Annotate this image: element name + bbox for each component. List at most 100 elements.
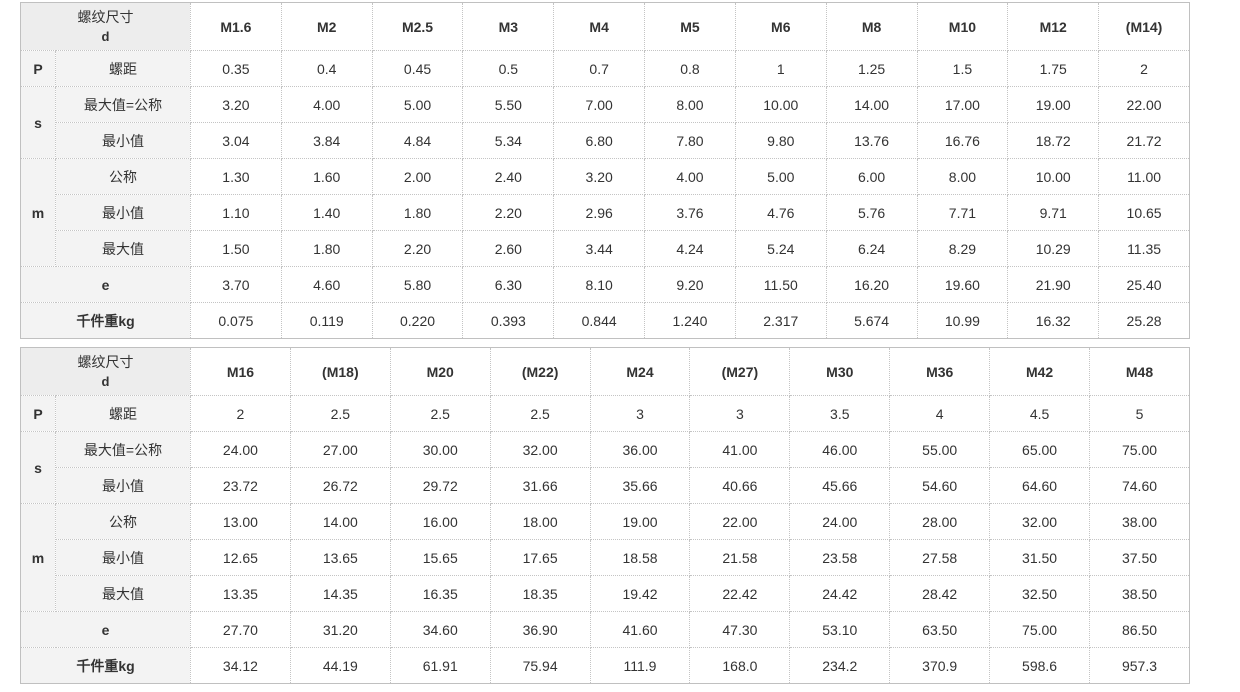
header-row: 螺纹尺寸 d M16 (M18) M20 (M22) M24 (M27) M30… — [20, 347, 1190, 396]
m-min-value: 37.50 — [1089, 539, 1190, 576]
e-row: e 3.70 4.60 5.80 6.30 8.10 9.20 11.50 16… — [20, 266, 1190, 303]
m-max-value: 2.20 — [371, 230, 464, 267]
s-max-value: 27.00 — [289, 431, 391, 468]
size-header: M42 — [989, 347, 1091, 396]
m-max-value: 14.35 — [289, 575, 391, 612]
weight-label: 千件重kg — [20, 302, 191, 339]
m-min-value: 2.96 — [553, 194, 646, 231]
m-max-value: 19.42 — [589, 575, 691, 612]
pitch-value: 1.25 — [825, 50, 918, 87]
m-nom-value: 16.00 — [389, 503, 491, 540]
size-header: (M27) — [689, 347, 791, 396]
s-min-value: 16.76 — [916, 122, 1009, 159]
s-max-value: 7.00 — [553, 86, 646, 123]
weight-value: 0.119 — [280, 302, 373, 339]
m-nom-label: 公称 — [55, 503, 191, 540]
m-symbol: m — [20, 503, 56, 612]
pitch-value: 3 — [589, 395, 691, 432]
thread-size-symbol: d — [101, 28, 110, 44]
e-value: 16.20 — [825, 266, 918, 303]
s-max-value: 22.00 — [1098, 86, 1190, 123]
s-max-value: 24.00 — [190, 431, 291, 468]
s-min-value: 4.84 — [371, 122, 464, 159]
weight-value: 598.6 — [989, 647, 1091, 684]
s-symbol: s — [20, 86, 56, 159]
m-min-value: 15.65 — [389, 539, 491, 576]
e-value: 19.60 — [916, 266, 1009, 303]
e-value: 86.50 — [1089, 611, 1190, 648]
m-max-value: 24.42 — [789, 575, 891, 612]
m-max-value: 11.35 — [1098, 230, 1190, 267]
s-min-value: 31.66 — [489, 467, 591, 504]
size-header: M16 — [190, 347, 291, 396]
pitch-value: 1.5 — [916, 50, 1009, 87]
s-max-value: 36.00 — [589, 431, 691, 468]
s-max-value: 32.00 — [489, 431, 591, 468]
m-min-value: 27.58 — [889, 539, 991, 576]
weight-value: 234.2 — [789, 647, 891, 684]
m-nom-value: 22.00 — [689, 503, 791, 540]
pitch-row: P 螺距 0.35 0.4 0.45 0.5 0.7 0.8 1 1.25 1.… — [20, 50, 1190, 87]
s-max-value: 75.00 — [1089, 431, 1190, 468]
e-symbol: e — [20, 611, 191, 648]
m-nom-value: 32.00 — [989, 503, 1091, 540]
pitch-value: 1 — [734, 50, 827, 87]
s-min-value: 35.66 — [589, 467, 691, 504]
m-max-value: 10.29 — [1007, 230, 1100, 267]
m-min-value: 1.10 — [190, 194, 282, 231]
s-max-value: 19.00 — [1007, 86, 1100, 123]
e-symbol: e — [20, 266, 191, 303]
e-value: 63.50 — [889, 611, 991, 648]
m-max-row: 最大值 13.35 14.35 16.35 18.35 19.42 22.42 … — [21, 575, 1190, 612]
m-min-value: 10.65 — [1098, 194, 1190, 231]
pitch-symbol: P — [20, 50, 56, 87]
m-min-value: 5.76 — [825, 194, 918, 231]
thread-size-label: 螺纹尺寸 — [77, 353, 134, 370]
m-nom-label: 公称 — [55, 158, 191, 195]
size-header: M2 — [280, 2, 373, 51]
m-max-label: 最大值 — [55, 230, 191, 267]
weight-value: 0.393 — [462, 302, 555, 339]
weight-value: 0.075 — [190, 302, 282, 339]
s-max-value: 17.00 — [916, 86, 1009, 123]
size-header: M10 — [916, 2, 1009, 51]
m-max-value: 22.42 — [689, 575, 791, 612]
m-nom-value: 6.00 — [825, 158, 918, 195]
m-nom-value: 2.40 — [462, 158, 555, 195]
s-max-value: 41.00 — [689, 431, 791, 468]
pitch-value: 4.5 — [989, 395, 1091, 432]
thread-size-header: 螺纹尺寸 d — [20, 347, 191, 396]
pitch-value: 0.5 — [462, 50, 555, 87]
weight-value: 16.32 — [1007, 302, 1100, 339]
weight-value: 370.9 — [889, 647, 991, 684]
size-header: M1.6 — [190, 2, 282, 51]
e-value: 4.60 — [280, 266, 373, 303]
m-max-value: 32.50 — [989, 575, 1091, 612]
s-min-label: 最小值 — [55, 122, 191, 159]
m-max-value: 1.80 — [280, 230, 373, 267]
pitch-value: 1.75 — [1007, 50, 1100, 87]
weight-value: 1.240 — [644, 302, 736, 339]
weight-value: 44.19 — [289, 647, 391, 684]
weight-value: 75.94 — [489, 647, 591, 684]
s-max-value: 5.50 — [462, 86, 555, 123]
m-symbol: m — [20, 158, 56, 267]
size-header: M2.5 — [371, 2, 464, 51]
e-value: 5.80 — [371, 266, 464, 303]
m-min-value: 2.20 — [462, 194, 555, 231]
size-header: M4 — [553, 2, 646, 51]
e-value: 75.00 — [989, 611, 1091, 648]
pitch-value: 5 — [1089, 395, 1190, 432]
m-nom-value: 24.00 — [789, 503, 891, 540]
m-nom-value: 1.30 — [190, 158, 282, 195]
s-min-row: 最小值 3.04 3.84 4.84 5.34 6.80 7.80 9.80 1… — [21, 122, 1190, 159]
spec-table-2: 螺纹尺寸 d M16 (M18) M20 (M22) M24 (M27) M30… — [20, 347, 1190, 684]
pitch-value: 0.4 — [280, 50, 373, 87]
size-header: M12 — [1007, 2, 1100, 51]
e-value: 41.60 — [589, 611, 691, 648]
m-min-value: 1.40 — [280, 194, 373, 231]
s-min-value: 45.66 — [789, 467, 891, 504]
pitch-value: 2.5 — [489, 395, 591, 432]
weight-value: 957.3 — [1089, 647, 1190, 684]
e-value: 34.60 — [389, 611, 491, 648]
